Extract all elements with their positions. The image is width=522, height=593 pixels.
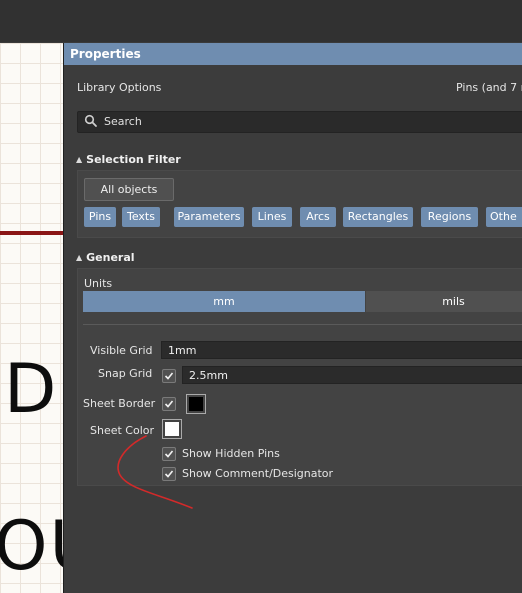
search-placeholder: Search xyxy=(104,115,142,128)
collapse-triangle-icon: ▲ xyxy=(76,253,83,262)
visible-grid-label: Visible Grid xyxy=(90,344,153,357)
sheet-color-fill xyxy=(165,422,179,436)
selection-filter-title: Selection Filter xyxy=(86,153,181,166)
library-options-row: Library Options Pins (and 7 m xyxy=(64,65,522,109)
checkmark-icon xyxy=(164,470,174,478)
search-icon xyxy=(84,114,97,127)
checkmark-icon xyxy=(164,372,174,380)
filter-chip-lines[interactable]: Lines xyxy=(252,207,292,227)
filter-chip-texts[interactable]: Texts xyxy=(122,207,160,227)
show-hidden-pins-label: Show Hidden Pins xyxy=(182,447,280,460)
filter-chip-pins[interactable]: Pins xyxy=(84,207,116,227)
sheet-border-checkbox[interactable] xyxy=(162,397,176,411)
selection-summary: Pins (and 7 m xyxy=(456,81,522,94)
sheet-border-label: Sheet Border xyxy=(83,397,156,410)
top-toolbar xyxy=(0,0,522,43)
selection-filter-header[interactable]: ▲ Selection Filter xyxy=(76,153,181,166)
snap-grid-checkbox[interactable] xyxy=(162,369,176,383)
schematic-canvas[interactable]: DI OU xyxy=(0,43,63,593)
all-objects-button[interactable]: All objects xyxy=(84,178,174,201)
units-mils-button[interactable]: mils xyxy=(366,291,522,312)
section-divider xyxy=(83,324,522,325)
show-comment-designator-label: Show Comment/Designator xyxy=(182,467,334,480)
properties-panel: Properties Library Options Pins (and 7 m… xyxy=(63,43,522,593)
canvas-text-top: DI xyxy=(4,350,63,429)
snap-grid-label: Snap Grid xyxy=(98,367,153,380)
units-mm-button[interactable]: mm xyxy=(83,291,365,312)
units-label: Units xyxy=(84,277,113,290)
sheet-color-label: Sheet Color xyxy=(90,424,155,437)
search-input[interactable]: Search xyxy=(77,111,522,133)
general-section: Units mm mils Visible Grid 1mm Snap Grid… xyxy=(77,268,522,486)
show-comment-designator-checkbox[interactable] xyxy=(162,467,176,481)
general-title: General xyxy=(86,251,135,264)
filter-chip-regions[interactable]: Regions xyxy=(421,207,478,227)
wire-line xyxy=(0,231,63,235)
sheet-border-color-swatch[interactable] xyxy=(186,394,206,414)
panel-title: Properties xyxy=(64,43,522,65)
visible-grid-field[interactable]: 1mm xyxy=(161,341,522,359)
border-color-fill xyxy=(189,397,203,411)
sheet-color-swatch[interactable] xyxy=(162,419,182,439)
selection-filter-box: All objects Pins Texts Parameters Lines … xyxy=(77,170,522,238)
show-hidden-pins-checkbox[interactable] xyxy=(162,447,176,461)
general-header[interactable]: ▲ General xyxy=(76,251,135,264)
filter-chip-arcs[interactable]: Arcs xyxy=(300,207,336,227)
library-options-label: Library Options xyxy=(77,81,162,94)
collapse-triangle-icon: ▲ xyxy=(76,155,83,164)
checkmark-icon xyxy=(164,450,174,458)
filter-chip-parameters[interactable]: Parameters xyxy=(174,207,244,227)
filter-chip-other[interactable]: Othe xyxy=(486,207,522,227)
snap-grid-field[interactable]: 2.5mm xyxy=(182,366,522,384)
filter-chip-rectangles[interactable]: Rectangles xyxy=(343,207,413,227)
checkmark-icon xyxy=(164,400,174,408)
canvas-text-bottom: OU xyxy=(0,507,63,586)
